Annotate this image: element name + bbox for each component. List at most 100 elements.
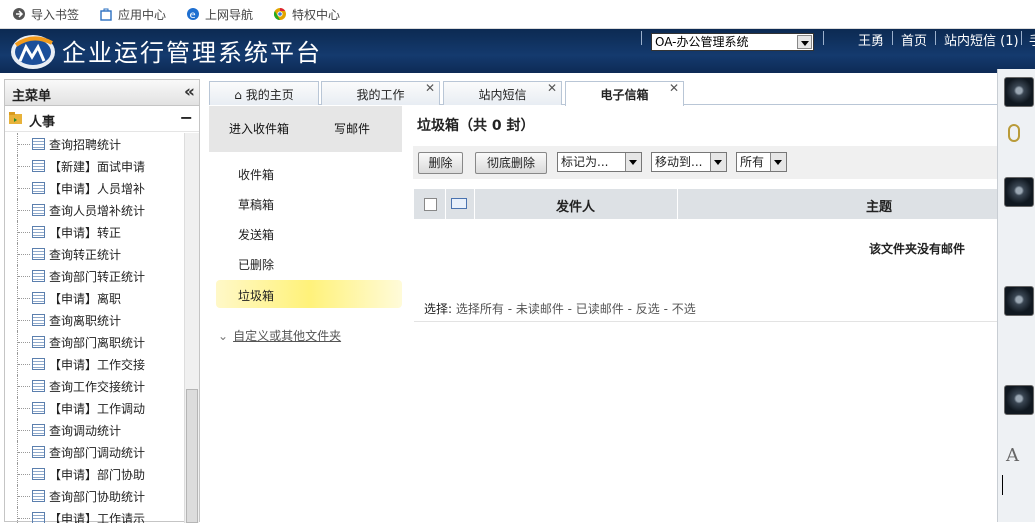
tab-email[interactable]: 电子信箱 ✕ (565, 81, 684, 106)
menu-item-label: 查询调动统计 (49, 424, 122, 438)
menu-item[interactable]: 【申请】工作交接 (5, 353, 185, 375)
enter-inbox-link[interactable]: 进入收件箱 (229, 120, 289, 137)
main-menu-panel: 主菜单 « 人事 − 查询招聘统计 【新建】面试申请 【申请】人员增补 查询人员增补统… (4, 79, 200, 523)
close-icon[interactable]: ✕ (425, 81, 435, 95)
filter-select[interactable]: 所有 (736, 152, 787, 172)
left-scrollbar[interactable] (184, 133, 199, 523)
system-select-value: OA-办公管理系统 (655, 35, 749, 49)
select-options[interactable]: 选择所有 - 未读邮件 - 已读邮件 - 反选 - 不选 (456, 302, 696, 316)
menu-item-label: 查询部门离职统计 (49, 336, 146, 350)
menu-category-hr[interactable]: 人事 − (5, 106, 199, 132)
bookmark-import[interactable]: 导入书签 (12, 6, 79, 23)
microphone-icon[interactable] (1008, 124, 1020, 142)
menu-item-label: 【申请】转正 (49, 226, 122, 240)
menu-item[interactable]: 【申请】工作请示 (5, 507, 185, 523)
custom-folders-link[interactable]: ⌄ 自定义或其他文件夹 (218, 327, 341, 344)
selection-row: 选择: 选择所有 - 未读邮件 - 已读邮件 - 反选 - 不选 (424, 300, 696, 317)
mail-nav-top: 进入收件箱 写邮件 (209, 106, 402, 152)
document-icon (32, 424, 45, 436)
select-all-checkbox[interactable] (424, 198, 437, 211)
system-select[interactable]: OA-办公管理系统 (651, 33, 814, 51)
mark-as-select[interactable]: 标记为... (557, 152, 642, 172)
folder-sent[interactable]: 发送箱 (238, 226, 274, 243)
collapse-category-icon[interactable]: − (180, 108, 193, 127)
menu-item-label: 查询工作交接统计 (49, 380, 146, 394)
menu-item[interactable]: 查询部门离职统计 (5, 331, 185, 353)
bookmark-nav-label: 上网导航 (205, 7, 254, 22)
delete-button[interactable]: 删除 (418, 152, 463, 174)
avatar[interactable] (1004, 385, 1034, 415)
mail-content: 垃圾箱（共 0 封） 删除 彻底删除 标记为... 移动到... 所有 发件人 … (403, 106, 999, 522)
avatar[interactable] (1004, 177, 1034, 207)
menu-item-label: 【申请】离职 (49, 292, 122, 306)
tree-line (18, 166, 30, 167)
collapse-left-icon[interactable]: « (184, 82, 195, 102)
folder-icon (9, 112, 22, 124)
tab-my-work[interactable]: 我的工作 ✕ (321, 81, 440, 105)
menu-item[interactable]: 【申请】离职 (5, 287, 185, 309)
document-icon (32, 292, 45, 304)
column-subject[interactable]: 主题 (866, 196, 892, 215)
menu-item[interactable]: 查询部门转正统计 (5, 265, 185, 287)
tree-line (18, 496, 30, 497)
mail-folder-nav: 进入收件箱 写邮件 收件箱 草稿箱 发送箱 已删除 垃圾箱 ⌄ 自定义或其他文件夹 (209, 106, 402, 522)
document-icon (32, 314, 45, 326)
bookmark-apps[interactable]: 应用中心 (99, 6, 166, 23)
menu-item-label: 查询部门调动统计 (49, 446, 146, 460)
compose-link[interactable]: 写邮件 (334, 120, 370, 137)
truncated-link[interactable]: 手 (1029, 30, 1035, 49)
move-to-select[interactable]: 移动到... (651, 152, 727, 172)
tree-line (18, 254, 30, 255)
tab-my-home[interactable]: ⌂ 我的主页 (209, 81, 319, 105)
menu-item-label: 【申请】工作交接 (49, 358, 146, 372)
app-header: 企业运行管理系统平台 OA-办公管理系统 王勇 首页 站内短信 (1) 手 (0, 29, 1035, 73)
scrollbar-thumb[interactable] (186, 389, 198, 523)
menu-item-label: 查询部门协助统计 (49, 490, 146, 504)
home-link[interactable]: 首页 (901, 30, 927, 49)
bag-icon (100, 8, 112, 21)
document-icon (32, 336, 45, 348)
filter-value: 所有 (740, 155, 765, 169)
folder-deleted[interactable]: 已删除 (238, 256, 274, 273)
folder-drafts[interactable]: 草稿箱 (238, 196, 274, 213)
menu-item[interactable]: 查询调动统计 (5, 419, 185, 441)
menu-item[interactable]: 查询部门调动统计 (5, 441, 185, 463)
menu-item[interactable]: 【申请】部门协助 (5, 463, 185, 485)
purge-button[interactable]: 彻底删除 (475, 152, 547, 174)
menu-item[interactable]: 查询转正统计 (5, 243, 185, 265)
menu-item[interactable]: 【新建】面试申请 (5, 155, 185, 177)
chevron-down-icon (710, 153, 726, 171)
messages-link[interactable]: 站内短信 (1) (944, 30, 1019, 49)
header-separator (641, 31, 642, 45)
avatar[interactable] (1004, 286, 1034, 316)
user-link[interactable]: 王勇 (858, 30, 884, 49)
avatar[interactable] (1004, 77, 1034, 107)
column-sender[interactable]: 发件人 (556, 196, 595, 215)
close-icon[interactable]: ✕ (547, 81, 557, 95)
menu-item[interactable]: 查询离职统计 (5, 309, 185, 331)
menu-item[interactable]: 【申请】转正 (5, 221, 185, 243)
bookmark-import-label: 导入书签 (31, 7, 80, 22)
bookmark-bar: 导入书签 应用中心 e 上网导航 特权中心 (0, 0, 1035, 29)
chrome-icon (274, 7, 287, 20)
bookmark-privilege-label: 特权中心 (292, 7, 341, 22)
folder-trash[interactable]: 垃圾箱 (238, 287, 274, 304)
close-icon[interactable]: ✕ (669, 81, 679, 95)
menu-item[interactable]: 【申请】人员增补 (5, 177, 185, 199)
menu-item-label: 【申请】工作请示 (49, 512, 146, 523)
folder-inbox[interactable]: 收件箱 (238, 166, 274, 183)
menu-item[interactable]: 查询人员增补统计 (5, 199, 185, 221)
tree-line (18, 518, 30, 519)
tree-line (18, 210, 30, 211)
font-icon[interactable]: A (1006, 445, 1019, 466)
tab-site-messages[interactable]: 站内短信 ✕ (443, 81, 562, 105)
menu-item-label: 【申请】工作调动 (49, 402, 146, 416)
menu-item[interactable]: 查询部门协助统计 (5, 485, 185, 507)
menu-item[interactable]: 【申请】工作调动 (5, 397, 185, 419)
bookmark-nav[interactable]: e 上网导航 (186, 6, 253, 23)
bookmark-privilege[interactable]: 特权中心 (273, 6, 340, 23)
tree-line (18, 144, 30, 145)
menu-item-label: 【新建】面试申请 (49, 160, 146, 174)
menu-item[interactable]: 查询招聘统计 (5, 133, 185, 155)
menu-item[interactable]: 查询工作交接统计 (5, 375, 185, 397)
